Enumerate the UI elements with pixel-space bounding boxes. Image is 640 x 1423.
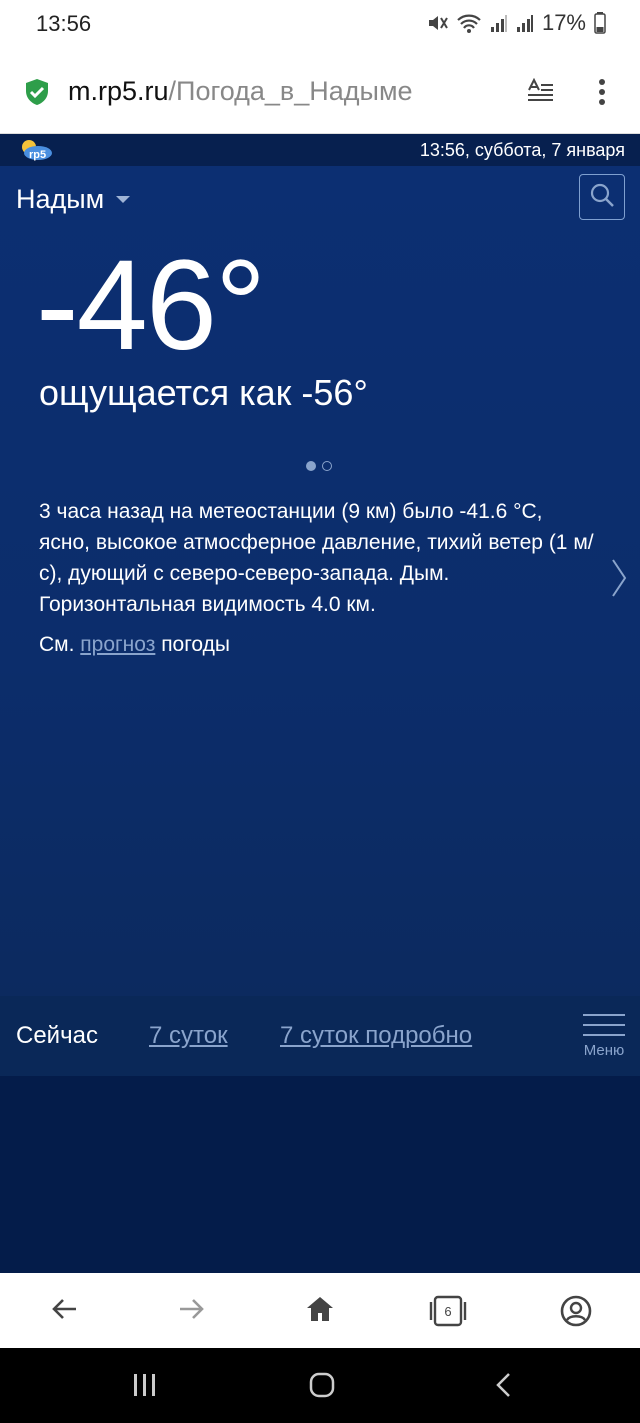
tab-now[interactable]: Сейчас xyxy=(16,1022,98,1050)
weather-panel: Надым -46° ощущается как -56° 3 часа наз… xyxy=(0,166,640,996)
carousel-dots[interactable] xyxy=(306,461,332,471)
back-arrow-icon[interactable] xyxy=(50,1295,78,1328)
battery-icon xyxy=(594,12,606,34)
status-bar: 13:56 17% xyxy=(0,0,640,48)
more-vert-icon[interactable] xyxy=(596,78,608,111)
forecast-link[interactable]: прогноз xyxy=(80,633,155,656)
shield-check-icon[interactable] xyxy=(24,78,50,111)
menu-icon xyxy=(583,1014,625,1044)
caret-down-icon xyxy=(116,196,131,203)
chevron-right-icon[interactable] xyxy=(610,558,628,603)
current-temperature: -46° xyxy=(36,234,266,377)
account-icon[interactable] xyxy=(560,1295,592,1332)
forward-arrow-icon[interactable] xyxy=(178,1295,206,1328)
signal-icon-1 xyxy=(490,13,508,33)
site-datetime: 13:56, суббота, 7 января xyxy=(419,140,625,160)
home-circle-icon[interactable] xyxy=(309,1372,335,1403)
system-navigation xyxy=(0,1348,640,1423)
carousel-dot[interactable] xyxy=(322,461,332,471)
site-tabs: Сейчас 7 суток 7 суток подробно Меню xyxy=(0,996,640,1076)
search-button[interactable] xyxy=(579,174,625,220)
url-text[interactable]: m.rp5.ru/Погода_в_Надыме xyxy=(68,76,413,107)
browser-toolbar: 6 xyxy=(0,1273,640,1348)
browser-url-bar[interactable]: m.rp5.ru/Погода_в_Надыме xyxy=(0,48,640,134)
tab-count: 6 xyxy=(444,1304,451,1319)
menu-button[interactable]: Меню xyxy=(582,1014,626,1059)
search-icon xyxy=(589,182,615,213)
battery-text: 17% xyxy=(541,10,586,35)
mute-icon xyxy=(426,12,448,34)
status-time: 13:56 xyxy=(36,11,92,36)
signal-icon-2 xyxy=(516,13,534,33)
see-prefix: См. xyxy=(39,633,75,656)
status-icons: 17% xyxy=(426,10,606,36)
empty-area xyxy=(0,1076,640,1273)
city-name: Надым xyxy=(16,184,105,214)
observation-description: 3 часа назад на метеостанции (9 км) было… xyxy=(39,500,594,616)
rp5-logo[interactable]: rp5 xyxy=(18,138,54,167)
tabs-icon[interactable]: 6 xyxy=(429,1295,467,1332)
tab-7-days[interactable]: 7 суток xyxy=(149,1022,228,1050)
see-suffix: погоды xyxy=(161,633,231,656)
tab-7-days-detailed[interactable]: 7 суток подробно xyxy=(280,1022,472,1050)
carousel-dot-active[interactable] xyxy=(306,461,316,471)
home-icon[interactable] xyxy=(305,1295,335,1328)
wifi-icon xyxy=(456,12,482,34)
system-back-icon[interactable] xyxy=(494,1372,512,1403)
site-header: rp5 13:56, суббота, 7 января xyxy=(0,134,640,166)
city-selector[interactable]: Надым xyxy=(16,184,131,215)
url-path: /Погода_в_Надыме xyxy=(168,76,413,106)
menu-label: Меню xyxy=(583,1042,625,1059)
svg-text:rp5: rp5 xyxy=(29,149,46,161)
url-domain: m.rp5.ru xyxy=(68,76,169,106)
see-forecast: См. прогноз погоды xyxy=(39,633,230,657)
recents-icon[interactable] xyxy=(132,1372,158,1403)
reader-mode-icon[interactable] xyxy=(526,77,554,109)
feels-like: ощущается как -56° xyxy=(39,372,368,413)
